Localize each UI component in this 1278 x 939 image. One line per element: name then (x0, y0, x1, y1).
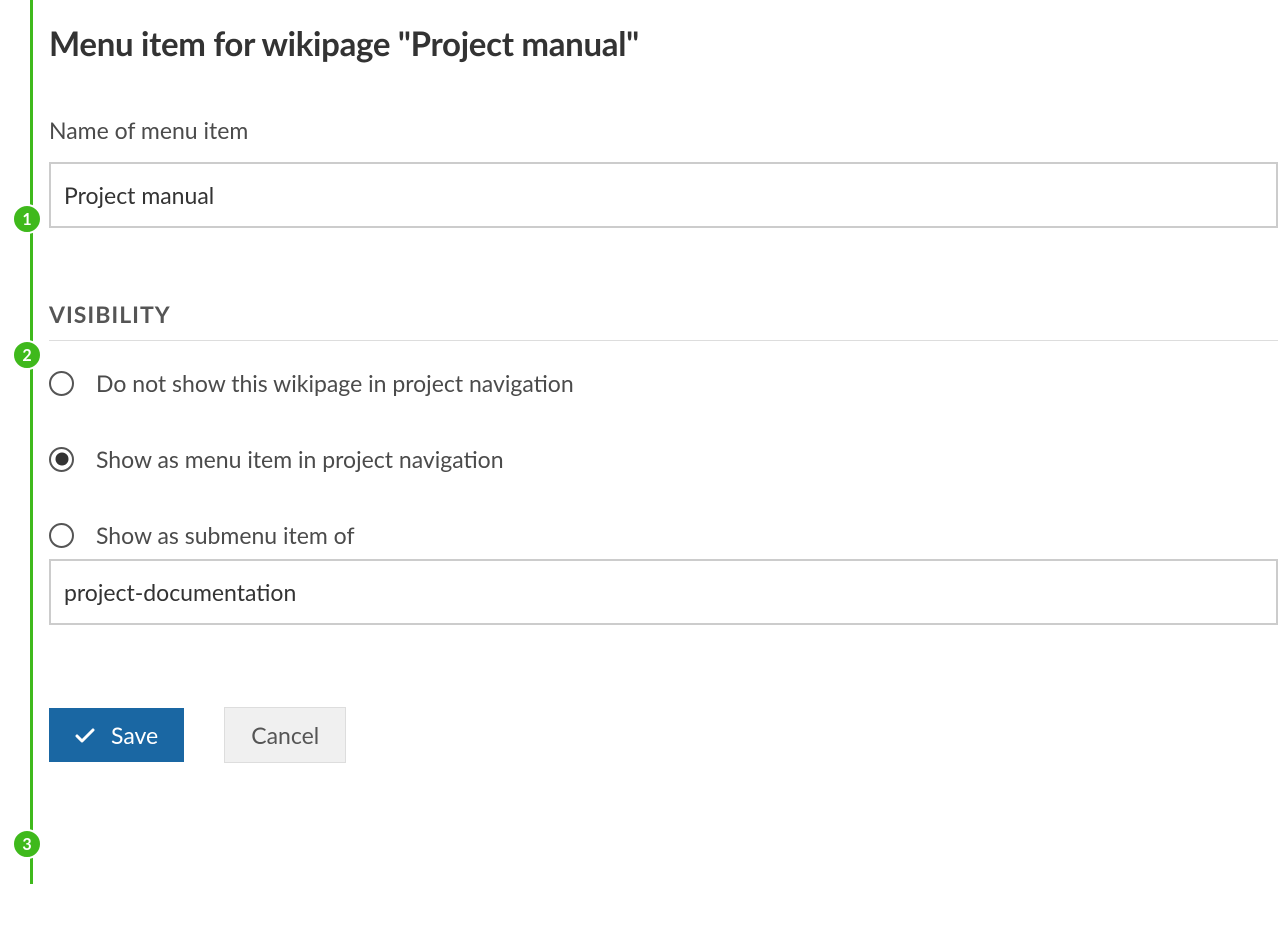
radio-row-hide[interactable]: Do not show this wikipage in project nav… (49, 369, 1278, 397)
save-button-label: Save (111, 721, 158, 749)
radio-row-menu-item[interactable]: Show as menu item in project navigation (49, 445, 1278, 473)
radio-icon[interactable] (49, 523, 74, 548)
name-field-label: Name of menu item (49, 116, 1278, 144)
visibility-radio-group: Do not show this wikipage in project nav… (49, 369, 1278, 625)
annotation-marker-1: 1 (12, 204, 42, 234)
radio-label-menu-item: Show as menu item in project navigation (96, 445, 504, 473)
annotation-marker-2: 2 (12, 340, 42, 370)
annotation-highlight-bar (30, 0, 33, 884)
radio-icon[interactable] (49, 371, 74, 396)
save-button[interactable]: Save (49, 708, 184, 762)
check-icon (75, 721, 95, 749)
annotation-marker-3: 3 (12, 829, 42, 859)
radio-row-submenu[interactable]: Show as submenu item of (49, 521, 1278, 549)
cancel-button[interactable]: Cancel (224, 707, 346, 763)
visibility-heading: VISIBILITY (49, 300, 1278, 341)
cancel-button-label: Cancel (251, 721, 319, 749)
name-input[interactable] (49, 162, 1278, 228)
radio-label-submenu: Show as submenu item of (96, 521, 355, 549)
radio-icon[interactable] (49, 447, 74, 472)
submenu-parent-input[interactable] (49, 559, 1278, 625)
radio-label-hide: Do not show this wikipage in project nav… (96, 369, 574, 397)
page-title: Menu item for wikipage "Project manual" (49, 24, 1278, 64)
